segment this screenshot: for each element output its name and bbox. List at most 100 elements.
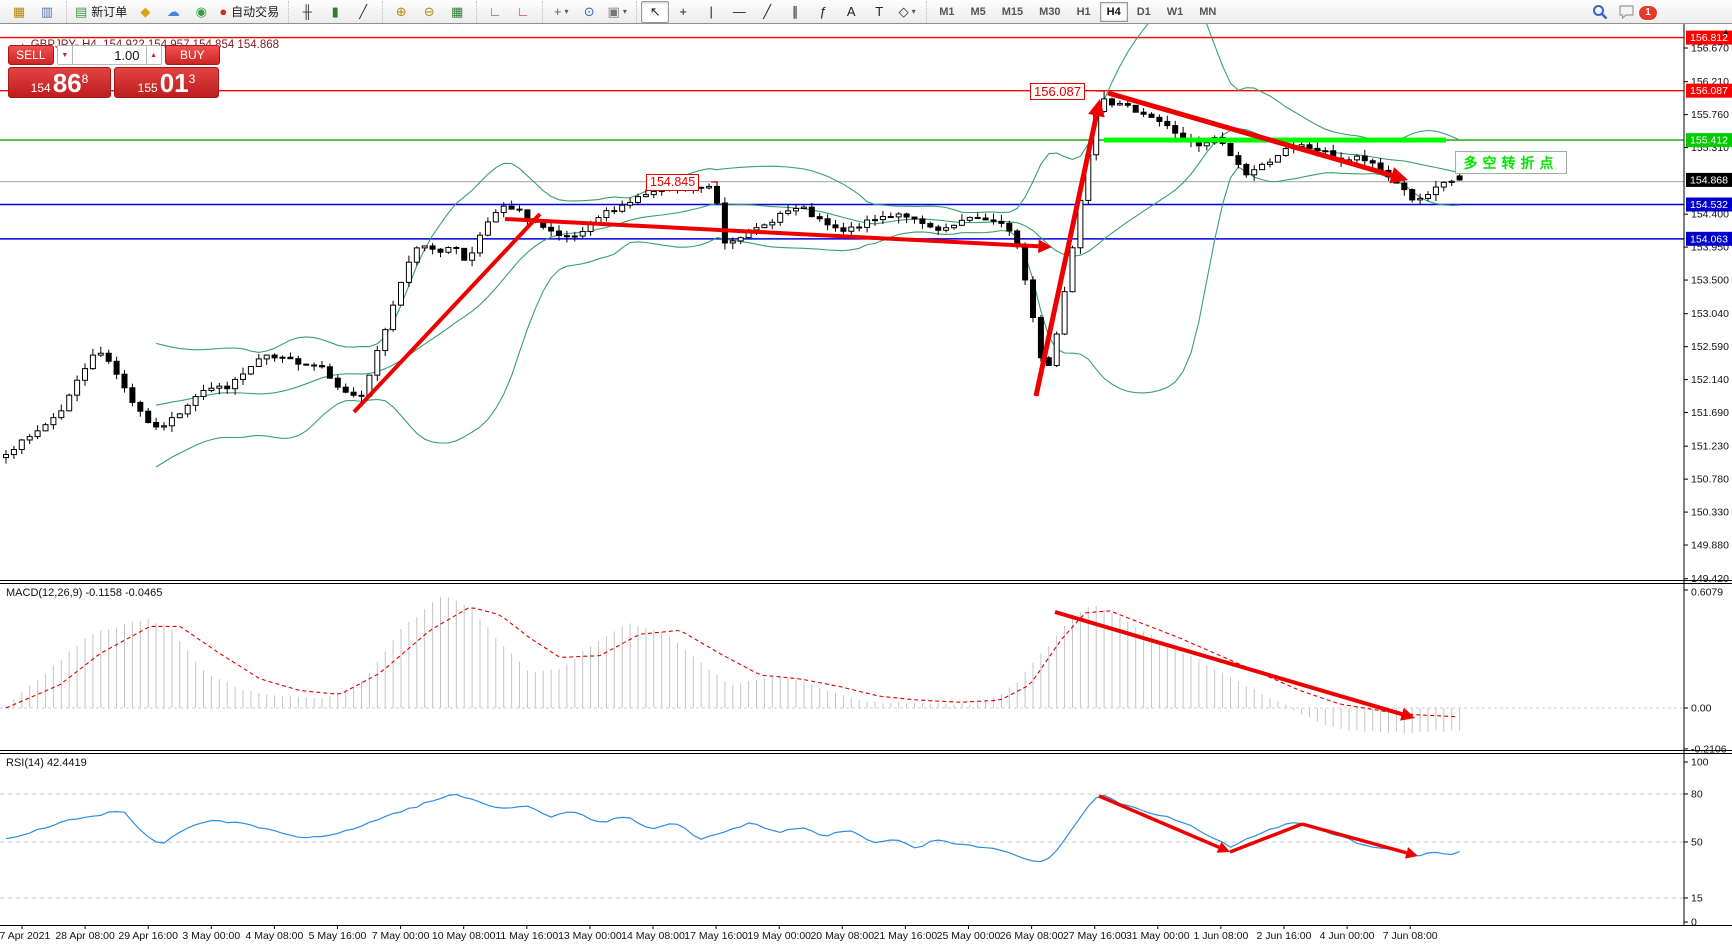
candle [304, 364, 309, 365]
buy-price-display[interactable]: 155013 [114, 67, 219, 98]
pane-separator[interactable] [0, 583, 1732, 584]
autotrading-button-label: 自动交易 [231, 3, 279, 20]
time-axis-label: 27 Apr 2021 [0, 930, 50, 942]
auto-scroll-button[interactable]: ∟ [481, 1, 509, 23]
tile-windows-button[interactable]: ▦ [443, 1, 471, 23]
candle [754, 228, 759, 230]
candle [904, 214, 909, 217]
candle [928, 223, 933, 227]
trendline-button[interactable]: ╱ [753, 1, 781, 23]
new-order-button[interactable]: ▤新订单 [71, 1, 131, 23]
candle [43, 425, 48, 431]
timeframe-d1[interactable]: D1 [1130, 2, 1158, 22]
autotrading-button[interactable]: ●自动交易 [215, 1, 283, 23]
signals-button[interactable]: ◉ [187, 1, 215, 23]
time-axis-label: 31 May 00:00 [1126, 930, 1190, 942]
bar-chart-button[interactable]: ╫ [293, 1, 321, 23]
time-axis-label: 4 Jun 00:00 [1320, 930, 1375, 942]
indicator-group: +▾⊙▣▾ [542, 1, 635, 23]
candle [114, 361, 119, 374]
candle [130, 388, 135, 403]
price-axis-tick: 149.880 [1691, 540, 1729, 552]
turning-point-note[interactable]: 多空转折点 [1455, 151, 1567, 174]
zoom-out-button[interactable]: ⊖ [415, 1, 443, 23]
gold-icon: ◆ [140, 5, 150, 18]
crosshair-button[interactable]: + [669, 1, 697, 23]
chevron-down-icon[interactable]: ▾ [564, 7, 568, 16]
text-button[interactable]: A [837, 1, 865, 23]
sell-price-display[interactable]: 154868 [8, 67, 111, 98]
cursor-button[interactable]: ↖ [641, 1, 669, 23]
time-axis-label: 20 May 08:00 [810, 930, 874, 942]
candle [154, 422, 159, 426]
timeframe-m30[interactable]: M30 [1032, 2, 1067, 22]
timeframe-m1[interactable]: M1 [932, 2, 961, 22]
timeframe-m15[interactable]: M15 [995, 2, 1030, 22]
timeframe-mn[interactable]: MN [1192, 2, 1223, 22]
timeframe-w1[interactable]: W1 [1160, 2, 1191, 22]
candle [604, 211, 609, 218]
candle [248, 366, 253, 374]
sell-button[interactable]: SELL [8, 45, 54, 65]
chevron-down-icon[interactable]: ▾ [912, 7, 916, 16]
pane-separator[interactable] [0, 750, 1732, 751]
text-label-button[interactable]: T [865, 1, 893, 23]
candle [778, 213, 783, 222]
new-order-icon: ▤ [75, 5, 87, 18]
price-label-154845[interactable]: 154.845 [646, 174, 699, 191]
volume-increase-button[interactable]: ▲ [147, 45, 162, 65]
candle [106, 353, 111, 361]
price-label-156087[interactable]: 156.087 [1030, 83, 1085, 100]
candle [991, 220, 996, 221]
candle [1410, 190, 1415, 200]
timeframe-m5[interactable]: M5 [963, 2, 992, 22]
line-chart-button[interactable]: ╱ [349, 1, 377, 23]
candlestick-chart-button[interactable]: ▮ [321, 1, 349, 23]
channel-button[interactable]: ∥ [781, 1, 809, 23]
pane-separator[interactable] [0, 580, 1732, 581]
chart-shift-button[interactable]: ∟ [509, 1, 537, 23]
pane-separator[interactable] [0, 925, 1732, 926]
volume-decrease-button[interactable]: ▼ [57, 45, 72, 65]
candle [1204, 143, 1209, 146]
zoom-in-button[interactable]: ⊕ [387, 1, 415, 23]
chat-icon[interactable] [1618, 4, 1636, 20]
horizontal-line-button[interactable]: — [725, 1, 753, 23]
candle [643, 195, 648, 197]
time-axis-label: 7 May 00:00 [372, 930, 430, 942]
timeframe-h1[interactable]: H1 [1070, 2, 1098, 22]
candle [975, 217, 980, 218]
candle [383, 330, 388, 351]
candle [730, 241, 735, 243]
templates-button[interactable]: ▣▾ [603, 1, 631, 23]
fibonacci-button[interactable]: ƒ [809, 1, 837, 23]
candle [288, 357, 293, 358]
time-axis-label: 14 May 08:00 [621, 930, 685, 942]
community-button[interactable]: ☁ [159, 1, 187, 23]
search-icon[interactable] [1592, 4, 1608, 20]
scroll-up-icon[interactable]: ▲ [1722, 27, 1730, 36]
gold-button[interactable]: ◆ [131, 1, 159, 23]
pane-separator[interactable] [0, 753, 1732, 754]
candle [1054, 334, 1059, 365]
arrows-button[interactable]: ◇▾ [893, 1, 921, 23]
candle [873, 220, 878, 221]
candle [1070, 248, 1075, 292]
notification-badge[interactable]: 1 [1638, 5, 1658, 21]
chevron-down-icon[interactable]: ▾ [623, 7, 627, 16]
periods-button[interactable]: ⊙ [575, 1, 603, 23]
time-axis-label: 11 May 16:00 [495, 930, 558, 942]
new-chart-button[interactable]: ▦ [5, 1, 33, 23]
vertical-line-button[interactable]: | [697, 1, 725, 23]
candle [225, 386, 230, 389]
add-indicator-button[interactable]: +▾ [547, 1, 575, 23]
candle [1268, 162, 1273, 164]
profiles-button[interactable]: ▥ [33, 1, 61, 23]
buy-button[interactable]: BUY [165, 45, 220, 65]
timeframe-h4[interactable]: H4 [1100, 2, 1128, 22]
price-axis-tick: 153.500 [1691, 275, 1729, 287]
volume-input[interactable]: 1.00 [72, 45, 147, 65]
macd-indicator-label: MACD(12,26,9) -0.1158 -0.0465 [6, 587, 162, 599]
candle [1117, 103, 1122, 104]
candle [794, 209, 799, 211]
